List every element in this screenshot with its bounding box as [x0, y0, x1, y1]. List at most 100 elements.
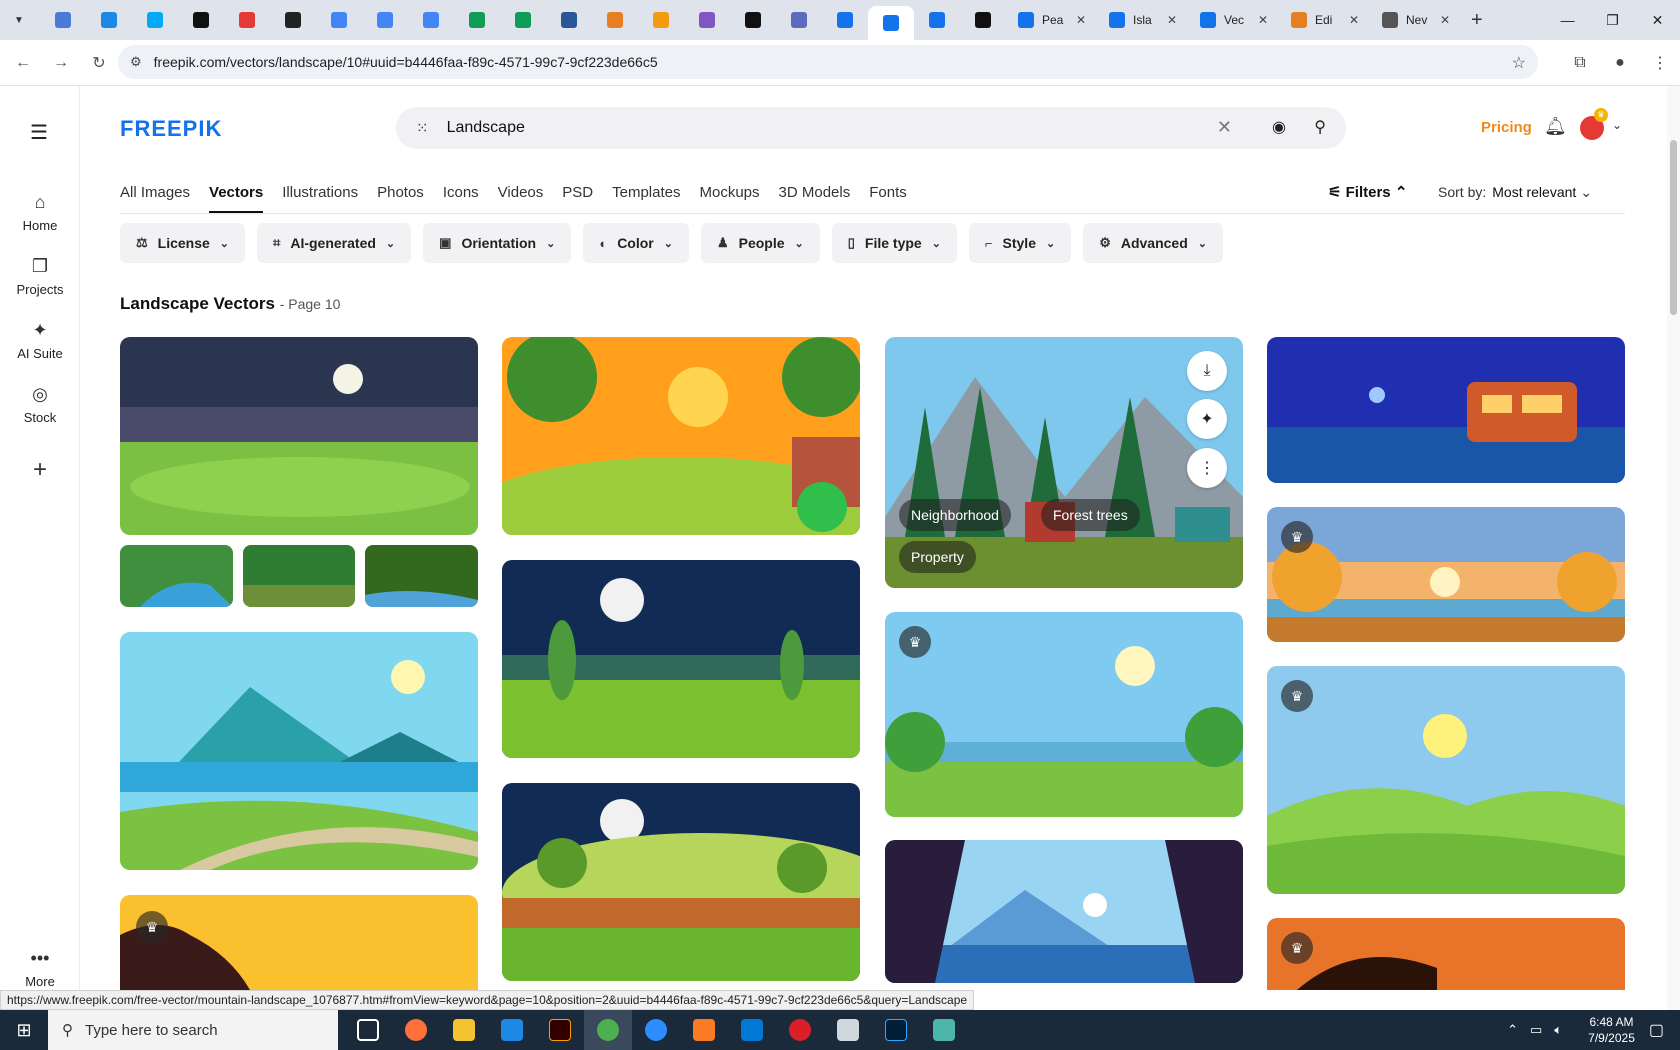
bell-icon[interactable]: 🔔︎ [1544, 116, 1567, 137]
windows-start-icon[interactable]: ⊞ [0, 1010, 48, 1050]
browser-tab[interactable] [546, 4, 592, 36]
bookmark-star-icon[interactable]: ☆ [1512, 53, 1526, 73]
tab-search-button[interactable]: ▼ [8, 9, 30, 31]
network-icon[interactable]: ▭ [1530, 1022, 1542, 1038]
filter-chip-style[interactable]: ⌐ Style ⌄ [968, 223, 1072, 263]
search-type-icon[interactable]: ⁙ [416, 119, 429, 137]
image-card-mountain-landscape[interactable] [120, 632, 478, 870]
browser-tab[interactable] [730, 4, 776, 36]
restore-button[interactable]: ❐ [1590, 0, 1635, 40]
browser-tab[interactable] [224, 4, 270, 36]
tab-photos[interactable]: Photos [377, 170, 424, 214]
filter-chip-advanced[interactable]: ⚙ Advanced ⌄ [1083, 223, 1223, 263]
tab-icons[interactable]: Icons [443, 170, 479, 214]
search-icon[interactable]: ⚲ [1314, 117, 1326, 137]
browser-tab[interactable] [684, 4, 730, 36]
notification-icon[interactable]: ▢ [1649, 1020, 1664, 1040]
taskbar-search[interactable]: ⚲ Type here to search [48, 1010, 338, 1050]
task-view-icon[interactable] [344, 1010, 392, 1050]
freepik-logo[interactable]: FREEPIK [120, 116, 222, 142]
tag-neighborhood[interactable]: Neighborhood [899, 499, 1011, 531]
browser-tab[interactable] [408, 4, 454, 36]
image-card-night-forest-field[interactable] [502, 560, 860, 758]
illustrator-icon[interactable] [536, 1010, 584, 1050]
close-tab-icon[interactable]: ✕ [1167, 13, 1177, 27]
filters-button[interactable]: ⚟ Filters ⌃ [1328, 183, 1407, 201]
pricing-link[interactable]: Pricing [1481, 119, 1532, 136]
camera-search-icon[interactable]: ◉ [1272, 117, 1286, 137]
filter-chip-people[interactable]: ♟ People ⌄ [700, 223, 820, 263]
tab-3d-models[interactable]: 3D Models [779, 170, 851, 214]
tag-forest-trees[interactable]: Forest trees [1041, 499, 1140, 531]
photoshop-icon[interactable] [872, 1010, 920, 1050]
reload-button[interactable]: ↻ [84, 48, 114, 78]
browser-tab[interactable] [776, 4, 822, 36]
sort-value[interactable]: Most relevant [1492, 184, 1576, 200]
image-card-sunset-silhouette[interactable]: ♛ [120, 895, 478, 990]
tab-all-images[interactable]: All Images [120, 170, 190, 214]
firefox-icon[interactable] [392, 1010, 440, 1050]
image-card-jungle-river[interactable] [365, 545, 478, 607]
image-card-cave-view[interactable] [885, 840, 1243, 983]
image-card-forest-village[interactable]: ⤓ ✦ ⋮ Neighborhood Forest trees Property [885, 337, 1243, 588]
chrome-icon[interactable] [584, 1010, 632, 1050]
browser-tab[interactable] [960, 4, 1006, 36]
new-tab-button[interactable]: + [1471, 9, 1483, 32]
zoom-icon[interactable] [632, 1010, 680, 1050]
chevron-down-icon[interactable]: ⌄ [1612, 118, 1622, 132]
browser-tab[interactable] [132, 4, 178, 36]
browser-tab[interactable] [914, 4, 960, 36]
page-scrollbar[interactable] [1667, 86, 1680, 1010]
image-card-night-fence-hills[interactable] [502, 783, 860, 981]
browser-tab[interactable] [316, 4, 362, 36]
image-card-river-forest[interactable] [120, 545, 233, 607]
scrollbar-thumb[interactable] [1670, 140, 1677, 315]
filter-chip-license[interactable]: ⚖ License ⌄ [120, 223, 246, 263]
pen-tool-icon[interactable] [824, 1010, 872, 1050]
chevron-up-icon[interactable]: ⌃ [1507, 1022, 1518, 1038]
more-options-icon[interactable]: ⋮ [1187, 448, 1227, 488]
browser-tab[interactable] [270, 4, 316, 36]
tab-fonts[interactable]: Fonts [869, 170, 907, 214]
omnibox[interactable]: ⚙ freepik.com/vectors/landscape/10#uuid=… [118, 45, 1538, 79]
tab-illustrations[interactable]: Illustrations [282, 170, 358, 214]
filter-chip-file-type[interactable]: ▯ File type ⌄ [831, 223, 957, 263]
download-icon[interactable]: ⤓ [1187, 351, 1227, 391]
kebab-menu-icon[interactable]: ⋮ [1640, 53, 1680, 73]
vscode-icon[interactable] [488, 1010, 536, 1050]
filter-chip-ai-generated[interactable]: ⌗ AI-generated ⌄ [257, 223, 412, 263]
close-tab-icon[interactable]: ✕ [1076, 13, 1086, 27]
file-explorer-icon[interactable] [440, 1010, 488, 1050]
app-icon[interactable] [920, 1010, 968, 1050]
outlook-icon[interactable] [728, 1010, 776, 1050]
search-bar[interactable]: ⁙ Landscape ✕ ◉ ⚲ [396, 107, 1346, 149]
minimize-button[interactable]: — [1545, 0, 1590, 40]
close-tab-icon[interactable]: ✕ [1349, 13, 1359, 27]
browser-tab[interactable] [592, 4, 638, 36]
sidebar-item-home[interactable]: ⌂ Home [0, 192, 80, 233]
image-card-sunset-savanna[interactable]: ♛ [1267, 918, 1625, 990]
forward-button[interactable]: → [46, 48, 76, 78]
image-card-night-camper[interactable] [1267, 337, 1625, 483]
image-card-autumn-lake[interactable]: ♛ [1267, 507, 1625, 642]
image-card-night-meadow[interactable] [120, 337, 478, 535]
browser-tab[interactable]: Pea ✕ [1006, 4, 1097, 36]
tab-templates[interactable]: Templates [612, 170, 680, 214]
tag-property[interactable]: Property [899, 541, 976, 573]
tab-mockups[interactable]: Mockups [699, 170, 759, 214]
image-card-savanna-hills[interactable]: ♛ [1267, 666, 1625, 894]
clear-search-icon[interactable]: ✕ [1217, 117, 1232, 138]
filter-chip-color[interactable]: ◐ Color ⌄ [583, 223, 689, 263]
browser-tab[interactable]: Edi ✕ [1279, 4, 1370, 36]
browser-tab[interactable] [868, 6, 914, 40]
sidebar-item-more[interactable]: ••• More [0, 948, 80, 989]
close-window-button[interactable]: ✕ [1635, 0, 1680, 40]
image-card-sunset-garden[interactable] [502, 337, 860, 535]
tab-videos[interactable]: Videos [498, 170, 544, 214]
sort-dropdown[interactable]: Sort by: Most relevant ⌄ [1438, 184, 1592, 201]
site-info-icon[interactable]: ⚙ [130, 54, 142, 70]
creative-cloud-icon[interactable] [776, 1010, 824, 1050]
browser-tab[interactable]: Isla ✕ [1097, 4, 1188, 36]
close-tab-icon[interactable]: ✕ [1440, 13, 1450, 27]
browser-tab[interactable] [86, 4, 132, 36]
